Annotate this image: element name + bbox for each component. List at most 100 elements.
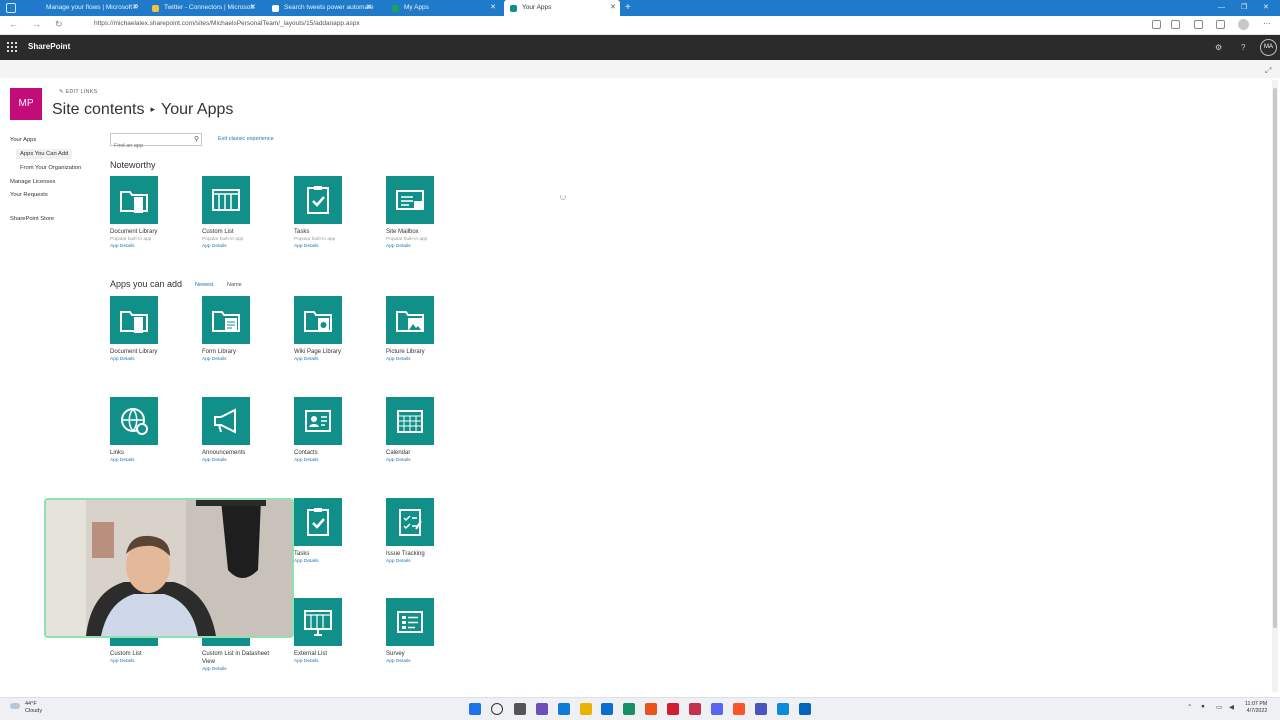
microphone-icon[interactable]: ●: [1201, 703, 1205, 710]
document-library-app-tile[interactable]: [110, 176, 158, 224]
custom-list-app-tile[interactable]: [202, 176, 250, 224]
browser-tab[interactable]: Manage your flows | Microsoft P ✕: [28, 0, 142, 16]
sort-newest-link[interactable]: Newest: [195, 282, 213, 288]
close-tab-icon[interactable]: ✕: [366, 0, 372, 16]
network-icon[interactable]: ▭: [1216, 703, 1222, 711]
app-details-link[interactable]: App Details: [294, 658, 372, 666]
app-name[interactable]: Survey: [386, 650, 464, 658]
survey-app-tile[interactable]: [386, 598, 434, 646]
app-name[interactable]: Site Mailbox: [386, 228, 464, 236]
app-icon[interactable]: [689, 703, 701, 715]
minimize-icon[interactable]: —: [1218, 0, 1225, 16]
volume-icon[interactable]: ◀: [1229, 703, 1234, 711]
app-name[interactable]: Custom List in Datasheet: [202, 650, 280, 658]
collections-icon[interactable]: [1216, 20, 1225, 29]
app-name[interactable]: Contacts: [294, 449, 372, 457]
nav-from-your-organization[interactable]: From Your Organization: [20, 165, 81, 171]
edge-active-icon[interactable]: [777, 703, 789, 715]
brave-icon[interactable]: [733, 703, 745, 715]
app-name[interactable]: Custom List: [110, 650, 188, 658]
browser-profile-avatar[interactable]: [1238, 19, 1249, 30]
browser-tab[interactable]: Search tweets power automate ✕: [266, 0, 376, 16]
weather-widget[interactable]: 44°F Cloudy: [10, 701, 42, 715]
app-details-link[interactable]: App Details: [294, 243, 372, 251]
app-details-link[interactable]: App Details: [294, 356, 372, 364]
app-name[interactable]: Document Library: [110, 348, 188, 356]
app-details-link[interactable]: App Details: [110, 658, 188, 666]
nav-apps-you-can-add[interactable]: Apps You Can Add: [16, 149, 73, 159]
app-details-link[interactable]: App Details: [202, 457, 280, 465]
search-icon[interactable]: [491, 703, 503, 715]
read-aloud-icon[interactable]: [1152, 20, 1161, 29]
exit-classic-link[interactable]: Exit classic experience: [218, 136, 274, 142]
app-name[interactable]: Picture Library: [386, 348, 464, 356]
teams-icon[interactable]: [755, 703, 767, 715]
forward-icon[interactable]: →: [32, 19, 41, 29]
nav-your-apps[interactable]: Your Apps: [10, 137, 36, 143]
app-details-link[interactable]: App Details: [386, 457, 464, 465]
close-tab-icon[interactable]: ✕: [610, 0, 616, 16]
site-logo[interactable]: MP: [10, 88, 42, 120]
calendar-app-tile[interactable]: [386, 397, 434, 445]
app-details-link[interactable]: App Details: [386, 658, 464, 666]
browser-tab-active[interactable]: Your Apps ✕: [504, 0, 620, 16]
app-name[interactable]: Form Library: [202, 348, 280, 356]
app-details-link[interactable]: App Details: [110, 243, 188, 251]
file-explorer-icon[interactable]: [580, 703, 592, 715]
app-name[interactable]: External List: [294, 650, 372, 658]
nav-sharepoint-store[interactable]: SharePoint Store: [10, 216, 54, 222]
find-app-input[interactable]: [111, 140, 189, 152]
focus-mode-icon[interactable]: ⤢: [1265, 66, 1271, 76]
contacts-app-tile[interactable]: [294, 397, 342, 445]
close-tab-icon[interactable]: ✕: [132, 0, 138, 16]
browser-tab[interactable]: My Apps ✕: [386, 0, 500, 16]
edge-icon[interactable]: [558, 703, 570, 715]
restore-icon[interactable]: ❐: [1241, 0, 1247, 16]
discord-icon[interactable]: [711, 703, 723, 715]
app-name[interactable]: Document Library: [110, 228, 188, 236]
close-tab-icon[interactable]: ✕: [490, 0, 496, 16]
app-launcher-icon[interactable]: [7, 42, 17, 52]
browser-tab[interactable]: Twitter - Connectors | Microsoft ✕: [146, 0, 260, 16]
back-icon[interactable]: ←: [9, 19, 18, 29]
app-details-link[interactable]: App Details: [386, 356, 464, 364]
app-details-link[interactable]: App Details: [110, 356, 188, 364]
picture-library-app-tile[interactable]: [386, 296, 434, 344]
external-list-app-tile[interactable]: [294, 598, 342, 646]
firefox-icon[interactable]: [645, 703, 657, 715]
links-app-tile[interactable]: [110, 397, 158, 445]
sharepoint-brand-link[interactable]: SharePoint: [28, 42, 70, 51]
document-library-app-tile[interactable]: [110, 296, 158, 344]
nav-manage-licenses[interactable]: Manage Licenses: [10, 179, 55, 185]
app-name-continued[interactable]: View: [202, 658, 280, 666]
teams-chat-icon[interactable]: [536, 703, 548, 715]
breadcrumb-site-contents[interactable]: Site contents: [52, 101, 145, 118]
site-mailbox-app-tile[interactable]: [386, 176, 434, 224]
close-tab-icon[interactable]: ✕: [250, 0, 256, 16]
scrollbar-thumb[interactable]: [1273, 88, 1277, 628]
new-tab-button[interactable]: +: [625, 0, 631, 15]
app-name[interactable]: Tasks: [294, 550, 372, 558]
settings-gear-icon[interactable]: ⚙: [1215, 43, 1222, 52]
app-details-link[interactable]: App Details: [386, 243, 464, 251]
user-avatar[interactable]: MA: [1260, 39, 1277, 56]
app-name[interactable]: Calendar: [386, 449, 464, 457]
app-name[interactable]: Links: [110, 449, 188, 457]
app-details-link[interactable]: App Details: [294, 558, 372, 566]
task-view-icon[interactable]: [514, 703, 526, 715]
app-name[interactable]: Tasks: [294, 228, 372, 236]
help-icon[interactable]: ?: [1241, 43, 1245, 52]
tasks-app-tile[interactable]: [294, 498, 342, 546]
app-icon[interactable]: [623, 703, 635, 715]
app-name[interactable]: Announcements: [202, 449, 280, 457]
start-icon[interactable]: [469, 703, 481, 715]
form-library-app-tile[interactable]: [202, 296, 250, 344]
todo-icon[interactable]: [601, 703, 613, 715]
opera-icon[interactable]: [667, 703, 679, 715]
tracking-icon[interactable]: [1171, 20, 1180, 29]
app-name[interactable]: Issue Tracking: [386, 550, 464, 558]
app-details-link[interactable]: App Details: [202, 356, 280, 364]
outlook-icon[interactable]: [799, 703, 811, 715]
search-icon[interactable]: ⚲: [194, 135, 199, 143]
system-clock[interactable]: 11:07 PM 4/7/2022: [1245, 701, 1267, 715]
